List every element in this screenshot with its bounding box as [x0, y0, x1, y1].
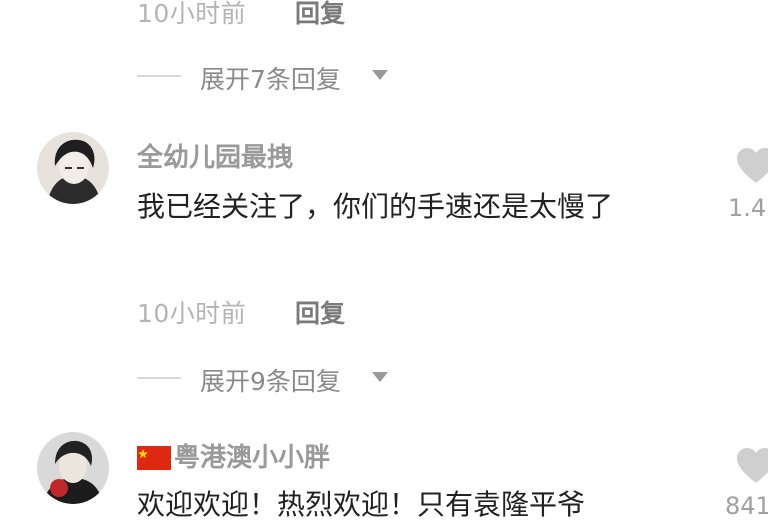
china-flag-icon [137, 446, 171, 470]
comment-time: 10小时前 [137, 0, 247, 28]
expand-divider [137, 75, 181, 77]
like-count: 841 [725, 492, 768, 520]
expand-replies-button[interactable]: 展开7条回复 [200, 60, 341, 96]
comment-username[interactable]: 粤港澳小小胖 [174, 437, 330, 474]
reply-button[interactable]: 回复 [295, 0, 345, 30]
comment-text: 我已经关注了，你们的手速还是太慢了 [137, 190, 614, 223]
comment-username[interactable]: 全幼儿园最拽 [137, 137, 293, 174]
chevron-down-icon[interactable] [372, 372, 388, 382]
expand-replies-button[interactable]: 展开9条回复 [200, 362, 341, 398]
expand-divider [137, 377, 181, 379]
heart-icon[interactable] [736, 448, 768, 488]
avatar[interactable] [37, 432, 109, 504]
heart-icon[interactable] [736, 148, 768, 188]
comment-text: 欢迎欢迎！热烈欢迎！只有袁隆平爷 [137, 488, 586, 521]
chevron-down-icon[interactable] [372, 70, 388, 80]
avatar[interactable] [37, 132, 109, 204]
comment-time: 10小时前 [137, 299, 247, 328]
reply-button[interactable]: 回复 [295, 294, 345, 330]
like-count: 1.4 [728, 194, 767, 222]
